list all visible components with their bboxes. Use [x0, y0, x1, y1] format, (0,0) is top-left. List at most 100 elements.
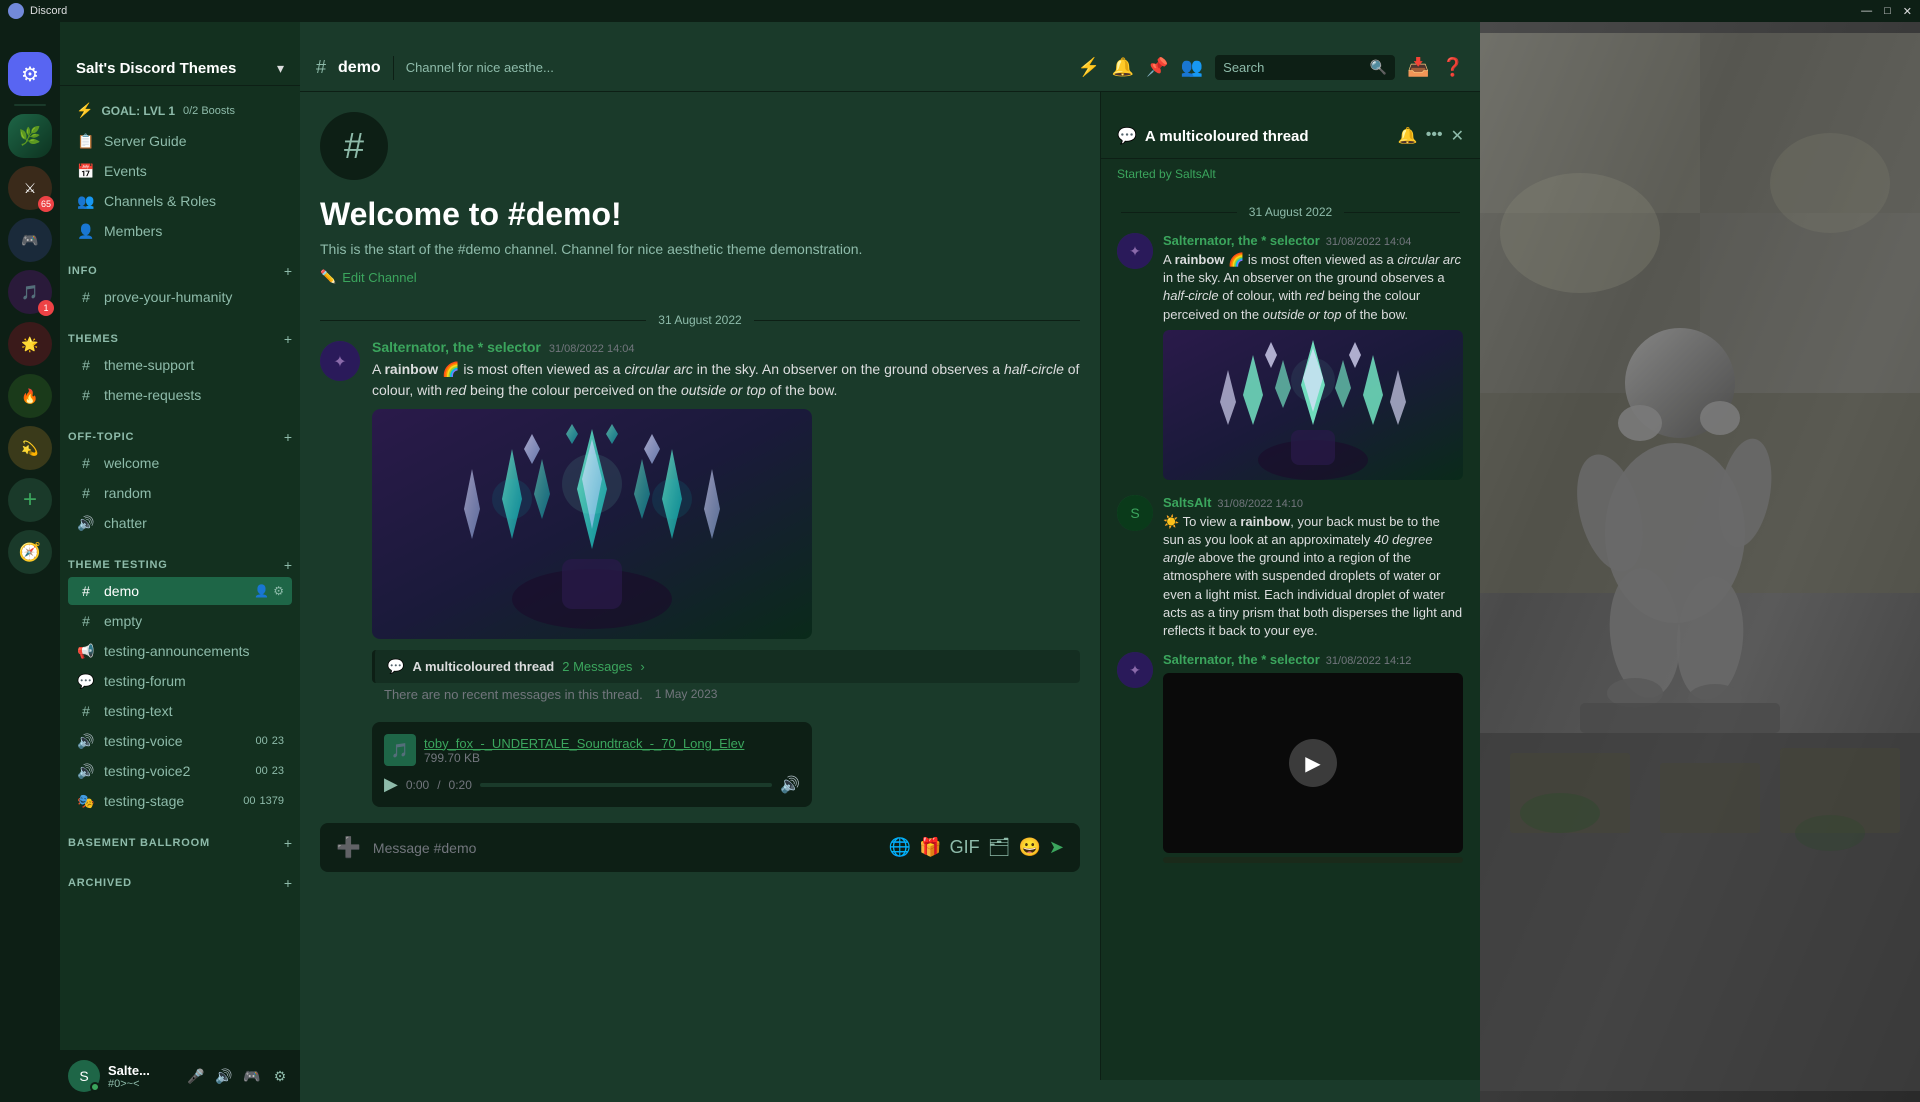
started-by-user[interactable]: SaltsAlt — [1175, 167, 1216, 181]
sidebar-item-members[interactable]: 👤 Members — [68, 217, 292, 245]
sidebar-category-archived[interactable]: ARCHIVED + — [60, 859, 300, 895]
category-add-basement-icon[interactable]: + — [284, 835, 292, 851]
activity-button[interactable]: 🎮 — [240, 1064, 264, 1088]
thread-divider-line-right — [1344, 212, 1460, 213]
manage-channel-icon[interactable]: 👤 — [254, 584, 269, 598]
members-list-button[interactable]: 👥 — [1181, 57, 1203, 78]
thread-msg-author-2[interactable]: SaltsAlt — [1163, 495, 1211, 510]
sidebar-item-empty[interactable]: # empty — [68, 607, 292, 635]
thread-video-placeholder[interactable]: ▶ — [1163, 673, 1463, 853]
message-input[interactable] — [373, 840, 877, 856]
emoji-button[interactable]: 😀 — [1018, 837, 1040, 858]
sidebar-category-themes[interactable]: THEMES + — [60, 315, 300, 351]
sidebar-category-info[interactable]: INFO + — [60, 247, 300, 283]
date-label: 31 August 2022 — [658, 313, 741, 327]
close-button[interactable]: ✕ — [1903, 5, 1912, 18]
category-add-archived-icon[interactable]: + — [284, 875, 292, 891]
input-actions: 🌐 🎁 GIF 🗂 😀 ➤ — [889, 837, 1064, 858]
thread-avatar-2: S — [1117, 495, 1153, 531]
thread-close-button[interactable]: ✕ — [1451, 126, 1464, 146]
sidebar-item-label-welcome: welcome — [104, 455, 159, 471]
send-button[interactable]: ➤ — [1049, 837, 1064, 858]
sidebar-item-theme-support[interactable]: # theme-support — [68, 351, 292, 379]
thread-msg-author-3[interactable]: Salternator, the * selector — [1163, 652, 1320, 667]
thread-bell-button[interactable]: 🔔 — [1398, 126, 1418, 146]
titlebar-controls[interactable]: — □ ✕ — [1861, 5, 1912, 18]
category-add-info-icon[interactable]: + — [284, 263, 292, 279]
sidebar-category-off-topic[interactable]: OFF-TOPIC + — [60, 413, 300, 449]
server-icon-5[interactable]: 🌟 — [8, 322, 52, 366]
sidebar-item-prove-humanity[interactable]: # prove-your-humanity — [68, 283, 292, 311]
boost-count[interactable]: 0/2 Boosts — [183, 105, 235, 117]
server-icon-1[interactable]: 🌿 — [8, 114, 52, 158]
server-icon-4[interactable]: 🎵 1 — [8, 270, 52, 314]
server-icon-3[interactable]: 🎮 — [8, 218, 52, 262]
message-author-1[interactable]: Salternator, the * selector — [372, 339, 541, 355]
sidebar-category-basement[interactable]: BASEMENT BALLROOM + — [60, 819, 300, 855]
search-input[interactable] — [1223, 60, 1362, 75]
thread-more-button[interactable]: ••• — [1426, 126, 1443, 146]
play-button[interactable]: ▶ — [384, 774, 398, 795]
help-button[interactable]: ❓ — [1442, 57, 1464, 78]
thread-messages-link[interactable]: 2 Messages — [562, 659, 632, 674]
user-settings-button[interactable]: ⚙ — [268, 1064, 292, 1088]
sidebar-item-testing-forum[interactable]: 💬 testing-forum — [68, 667, 292, 695]
deafen-button[interactable]: 🔊 — [212, 1064, 236, 1088]
server-icon-2[interactable]: ⚔ 65 — [8, 166, 52, 210]
stone-photo-svg — [1480, 33, 1920, 1091]
add-server-button[interactable]: + — [8, 478, 52, 522]
minimize-button[interactable]: — — [1861, 5, 1872, 18]
inbox-button[interactable]: 📥 — [1407, 57, 1429, 78]
thread-msg-text-1: A rainbow 🌈 is most often viewed as a ci… — [1163, 251, 1464, 324]
sidebar-item-testing-voice2[interactable]: 🔊 testing-voice2 00 23 — [68, 757, 292, 785]
sticker-button[interactable]: 🗂 — [988, 837, 1011, 858]
sidebar-item-testing-announcements[interactable]: 📢 testing-announcements — [68, 637, 292, 665]
audio-content: 🎵 toby_fox_-_UNDERTALE_Soundtrack_-_70_L… — [372, 714, 1080, 807]
message-input-box: ➕ 🌐 🎁 GIF 🗂 😀 ➤ — [320, 823, 1080, 872]
sidebar-item-server-guide[interactable]: 📋 Server Guide — [68, 127, 292, 155]
thread-last-date: 1 May 2023 — [655, 687, 718, 702]
server-icon-6[interactable]: 🔥 — [8, 374, 52, 418]
gift-button[interactable]: 🎁 — [919, 837, 941, 858]
add-attachment-button[interactable]: ➕ — [336, 835, 361, 860]
sidebar-item-chatter[interactable]: 🔊 chatter — [68, 509, 292, 537]
translate-button[interactable]: 🌐 — [889, 837, 911, 858]
sidebar-item-testing-text[interactable]: # testing-text — [68, 697, 292, 725]
maximize-button[interactable]: □ — [1884, 5, 1891, 18]
sidebar-item-events[interactable]: 📅 Events — [68, 157, 292, 185]
sidebar-item-random[interactable]: # random — [68, 479, 292, 507]
threads-button[interactable]: ⚡ — [1077, 57, 1099, 78]
server-icon-discord-home[interactable]: ⚙ — [8, 52, 52, 96]
video-play-button[interactable]: ▶ — [1289, 739, 1337, 787]
voice-icon-chatter: 🔊 — [76, 513, 96, 533]
sidebar-category-theme-testing[interactable]: THEME TESTING + — [60, 541, 300, 577]
notifications-button[interactable]: 🔔 — [1112, 57, 1134, 78]
sidebar-item-theme-requests[interactable]: # theme-requests — [68, 381, 292, 409]
category-add-theme-testing-icon[interactable]: + — [284, 557, 292, 573]
sidebar-item-welcome[interactable]: # welcome — [68, 449, 292, 477]
progress-bar[interactable] — [480, 783, 772, 787]
sidebar-item-channels-roles[interactable]: 👥 Channels & Roles — [68, 187, 292, 215]
category-add-off-topic-icon[interactable]: + — [284, 429, 292, 445]
sidebar-item-testing-voice[interactable]: 🔊 testing-voice 00 23 — [68, 727, 292, 755]
channel-welcome: # Welcome to #demo! This is the start of… — [300, 112, 1100, 305]
sidebar-item-label-prove-humanity: prove-your-humanity — [104, 289, 232, 305]
server-header[interactable]: Salt's Discord Themes ▾ — [60, 44, 300, 86]
mute-button[interactable]: 🎤 — [184, 1064, 208, 1088]
message-image-1 — [372, 409, 812, 642]
chat-area: # Welcome to #demo! This is the start of… — [300, 92, 1100, 1080]
thread-msg-author-1[interactable]: Salternator, the * selector — [1163, 233, 1320, 248]
gif-button[interactable]: GIF — [950, 837, 980, 858]
thread-preview[interactable]: 💬 A multicoloured thread 2 Messages › — [372, 650, 1080, 683]
pins-button[interactable]: 📌 — [1146, 57, 1168, 78]
sidebar-item-demo[interactable]: # demo 👤 ⚙ — [68, 577, 292, 605]
server-icon-7[interactable]: 💫 — [8, 426, 52, 470]
edit-channel-icon[interactable]: ⚙ — [273, 584, 284, 598]
explore-button[interactable]: 🧭 — [8, 530, 52, 574]
sidebar-item-testing-stage[interactable]: 🎭 testing-stage 00 1379 — [68, 787, 292, 815]
audio-filename[interactable]: toby_fox_-_UNDERTALE_Soundtrack_-_70_Lon… — [424, 736, 744, 751]
search-bar[interactable]: 🔍 — [1215, 55, 1395, 80]
volume-button[interactable]: 🔊 — [780, 775, 800, 795]
edit-channel-link[interactable]: ✏️ Edit Channel — [320, 269, 1080, 285]
category-add-themes-icon[interactable]: + — [284, 331, 292, 347]
